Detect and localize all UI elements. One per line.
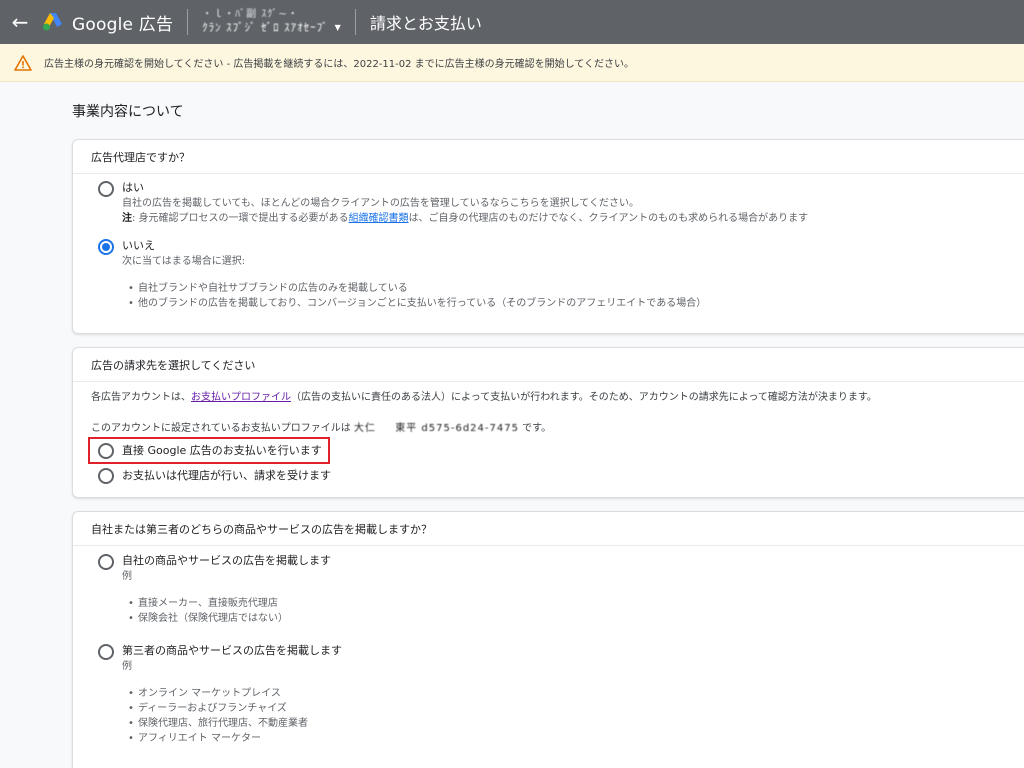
products-own-radio[interactable] [98,554,114,570]
billing-agency-label: お支払いは代理店が行い、請求を受けます [122,469,331,482]
billing-desc: 各広告アカウントは、お支払いプロファイル（広告の支払いに責任のある法人）によって… [91,390,877,405]
agency-card: 広告代理店ですか？ はい 自社の広告を掲載していても、ほとんどの場合クライアント… [72,139,1024,334]
products-third-option[interactable]: 第三者の商品やサービスの広告を掲載します 例 オンライン マーケットプレイス デ… [98,644,342,746]
warning-banner: 広告主様の身元確認を開始してください - 広告掲載を継続するには、2022-11… [0,44,1024,82]
list-item: ディーラーおよびフランチャイズ [128,701,342,716]
google-ads-icon [43,13,62,31]
profile-prefix: このアカウントに設定されているお支払いプロファイルは [91,423,351,434]
agency-yes-option[interactable]: はい 自社の広告を掲載していても、ほとんどの場合クライアントの広告を管理している… [98,181,808,226]
agency-no-desc: 次に当てはまる場合に選択: [122,256,246,267]
agency-yes-radio[interactable] [98,181,114,197]
list-item: オンライン マーケットプレイス [128,686,342,701]
list-item: 直接メーカー、直接販売代理店 [128,596,331,611]
agency-no-radio[interactable] [98,239,114,255]
products-own-option[interactable]: 自社の商品やサービスの広告を掲載します 例 直接メーカー、直接販売代理店 保険会… [98,554,331,626]
products-own-label: 自社の商品やサービスの広告を掲載します [122,554,331,567]
products-card-title: 自社または第三者のどちらの商品やサービスの広告を掲載しますか？ [73,512,1024,546]
list-item: アフィリエイト マーケター [128,731,342,746]
account-id-row: ｸﾗﾝ ｽﾌﾞｼﾞ ｾﾞﾛ ｽｱｵｾｰﾌﾞ ▼ [202,21,341,35]
agency-yes-desc: 自社の広告を掲載していても、ほとんどの場合クライアントの広告を管理しているならこ… [122,198,639,209]
products-card: 自社または第三者のどちらの商品やサービスの広告を掲載しますか？ 自社の商品やサー… [72,511,1024,768]
note-text-2: は、ご自身の代理店のものだけでなく、クライアントのものも求められる場合があります [408,213,809,224]
billing-agency-radio[interactable] [98,468,114,484]
warning-icon [14,54,32,71]
agency-no-label: いいえ [122,239,155,252]
list-item: 保険会社（保険代理店ではない） [128,611,331,626]
page-title: 請求とお支払い [369,14,482,33]
caret-down-icon: ▼ [334,23,341,32]
list-item: 自社ブランドや自社サブブランドの広告のみを掲載している [128,281,706,296]
section-title: 事業内容について [72,104,184,120]
profile-suffix: です。 [522,423,552,434]
agency-card-title: 広告代理店ですか？ [73,140,1024,174]
highlight-box [88,437,330,464]
billing-desc-suffix: （広告の支払いに責任のある法人）によって支払いが行われます。そのため、アカウント… [291,392,877,403]
header-divider [187,9,189,35]
products-third-example: 例 [122,661,132,672]
products-third-label: 第三者の商品やサービスの広告を掲載します [122,644,342,657]
account-id: ｸﾗﾝ ｽﾌﾞｼﾞ ｾﾞﾛ ｽｱｵｾｰﾌﾞ [202,21,329,34]
back-arrow-icon[interactable]: ← [0,0,40,44]
products-own-bullets: 直接メーカー、直接販売代理店 保険会社（保険代理店ではない） [128,596,331,626]
note-text-1: : 身元確認プロセスの一環で提出する必要がある [132,213,349,224]
warning-text: 広告主様の身元確認を開始してください - 広告掲載を継続するには、2022-11… [44,59,635,70]
agency-yes-note: 注: 身元確認プロセスの一環で提出する必要がある組織確認書類は、ご自身の代理店の… [122,211,808,226]
agency-yes-label: はい [122,181,144,194]
header-divider-2 [354,9,356,35]
top-app-bar: ← Google 広告 ・ｌ・ﾊﾞ副 ｽｸﾞ~・ ｸﾗﾝ ｽﾌﾞｼﾞ ｾﾞﾛ ｽ… [0,0,1024,44]
products-third-radio[interactable] [98,644,114,660]
products-third-bullets: オンライン マーケットプレイス ディーラーおよびフランチャイズ 保険代理店、旅行… [128,686,342,746]
billing-card: 広告の請求先を選択してください 各広告アカウントは、お支払いプロファイル（広告の… [72,347,1024,498]
org-docs-link[interactable]: 組織確認書類 [349,213,409,224]
list-item: 他のブランドの広告を掲載しており、コンバージョンごとに支払いを行っている（そのブ… [128,296,706,311]
brand-name: Google 広告 [72,14,174,35]
agency-no-option[interactable]: いいえ 次に当てはまる場合に選択: 自社ブランドや自社サブブランドの広告のみを掲… [98,239,706,311]
billing-agency-option[interactable]: お支払いは代理店が行い、請求を受けます [98,468,331,484]
account-selector[interactable]: ・ｌ・ﾊﾞ副 ｽｸﾞ~・ ｸﾗﾝ ｽﾌﾞｼﾞ ｾﾞﾛ ｽｱｵｾｰﾌﾞ ▼ [202,9,341,35]
products-own-example: 例 [122,571,132,582]
note-prefix: 注 [122,213,132,224]
profile-info: このアカウントに設定されているお支払いプロファイルは 大仁 東平 d575-6d… [91,421,551,436]
billing-desc-prefix: 各広告アカウントは、 [91,392,191,403]
payment-profile-link[interactable]: お支払いプロファイル [191,392,291,403]
list-item: 保険代理店、旅行代理店、不動産業者 [128,716,342,731]
profile-name: 大仁 東平 d575-6d24-7475 [353,423,519,434]
account-name: ・ｌ・ﾊﾞ副 ｽｸﾞ~・ [202,9,299,20]
agency-no-bullets: 自社ブランドや自社サブブランドの広告のみを掲載している 他のブランドの広告を掲載… [128,281,706,311]
billing-card-title: 広告の請求先を選択してください [73,348,1024,382]
google-ads-logo[interactable]: Google 広告 [42,10,173,35]
